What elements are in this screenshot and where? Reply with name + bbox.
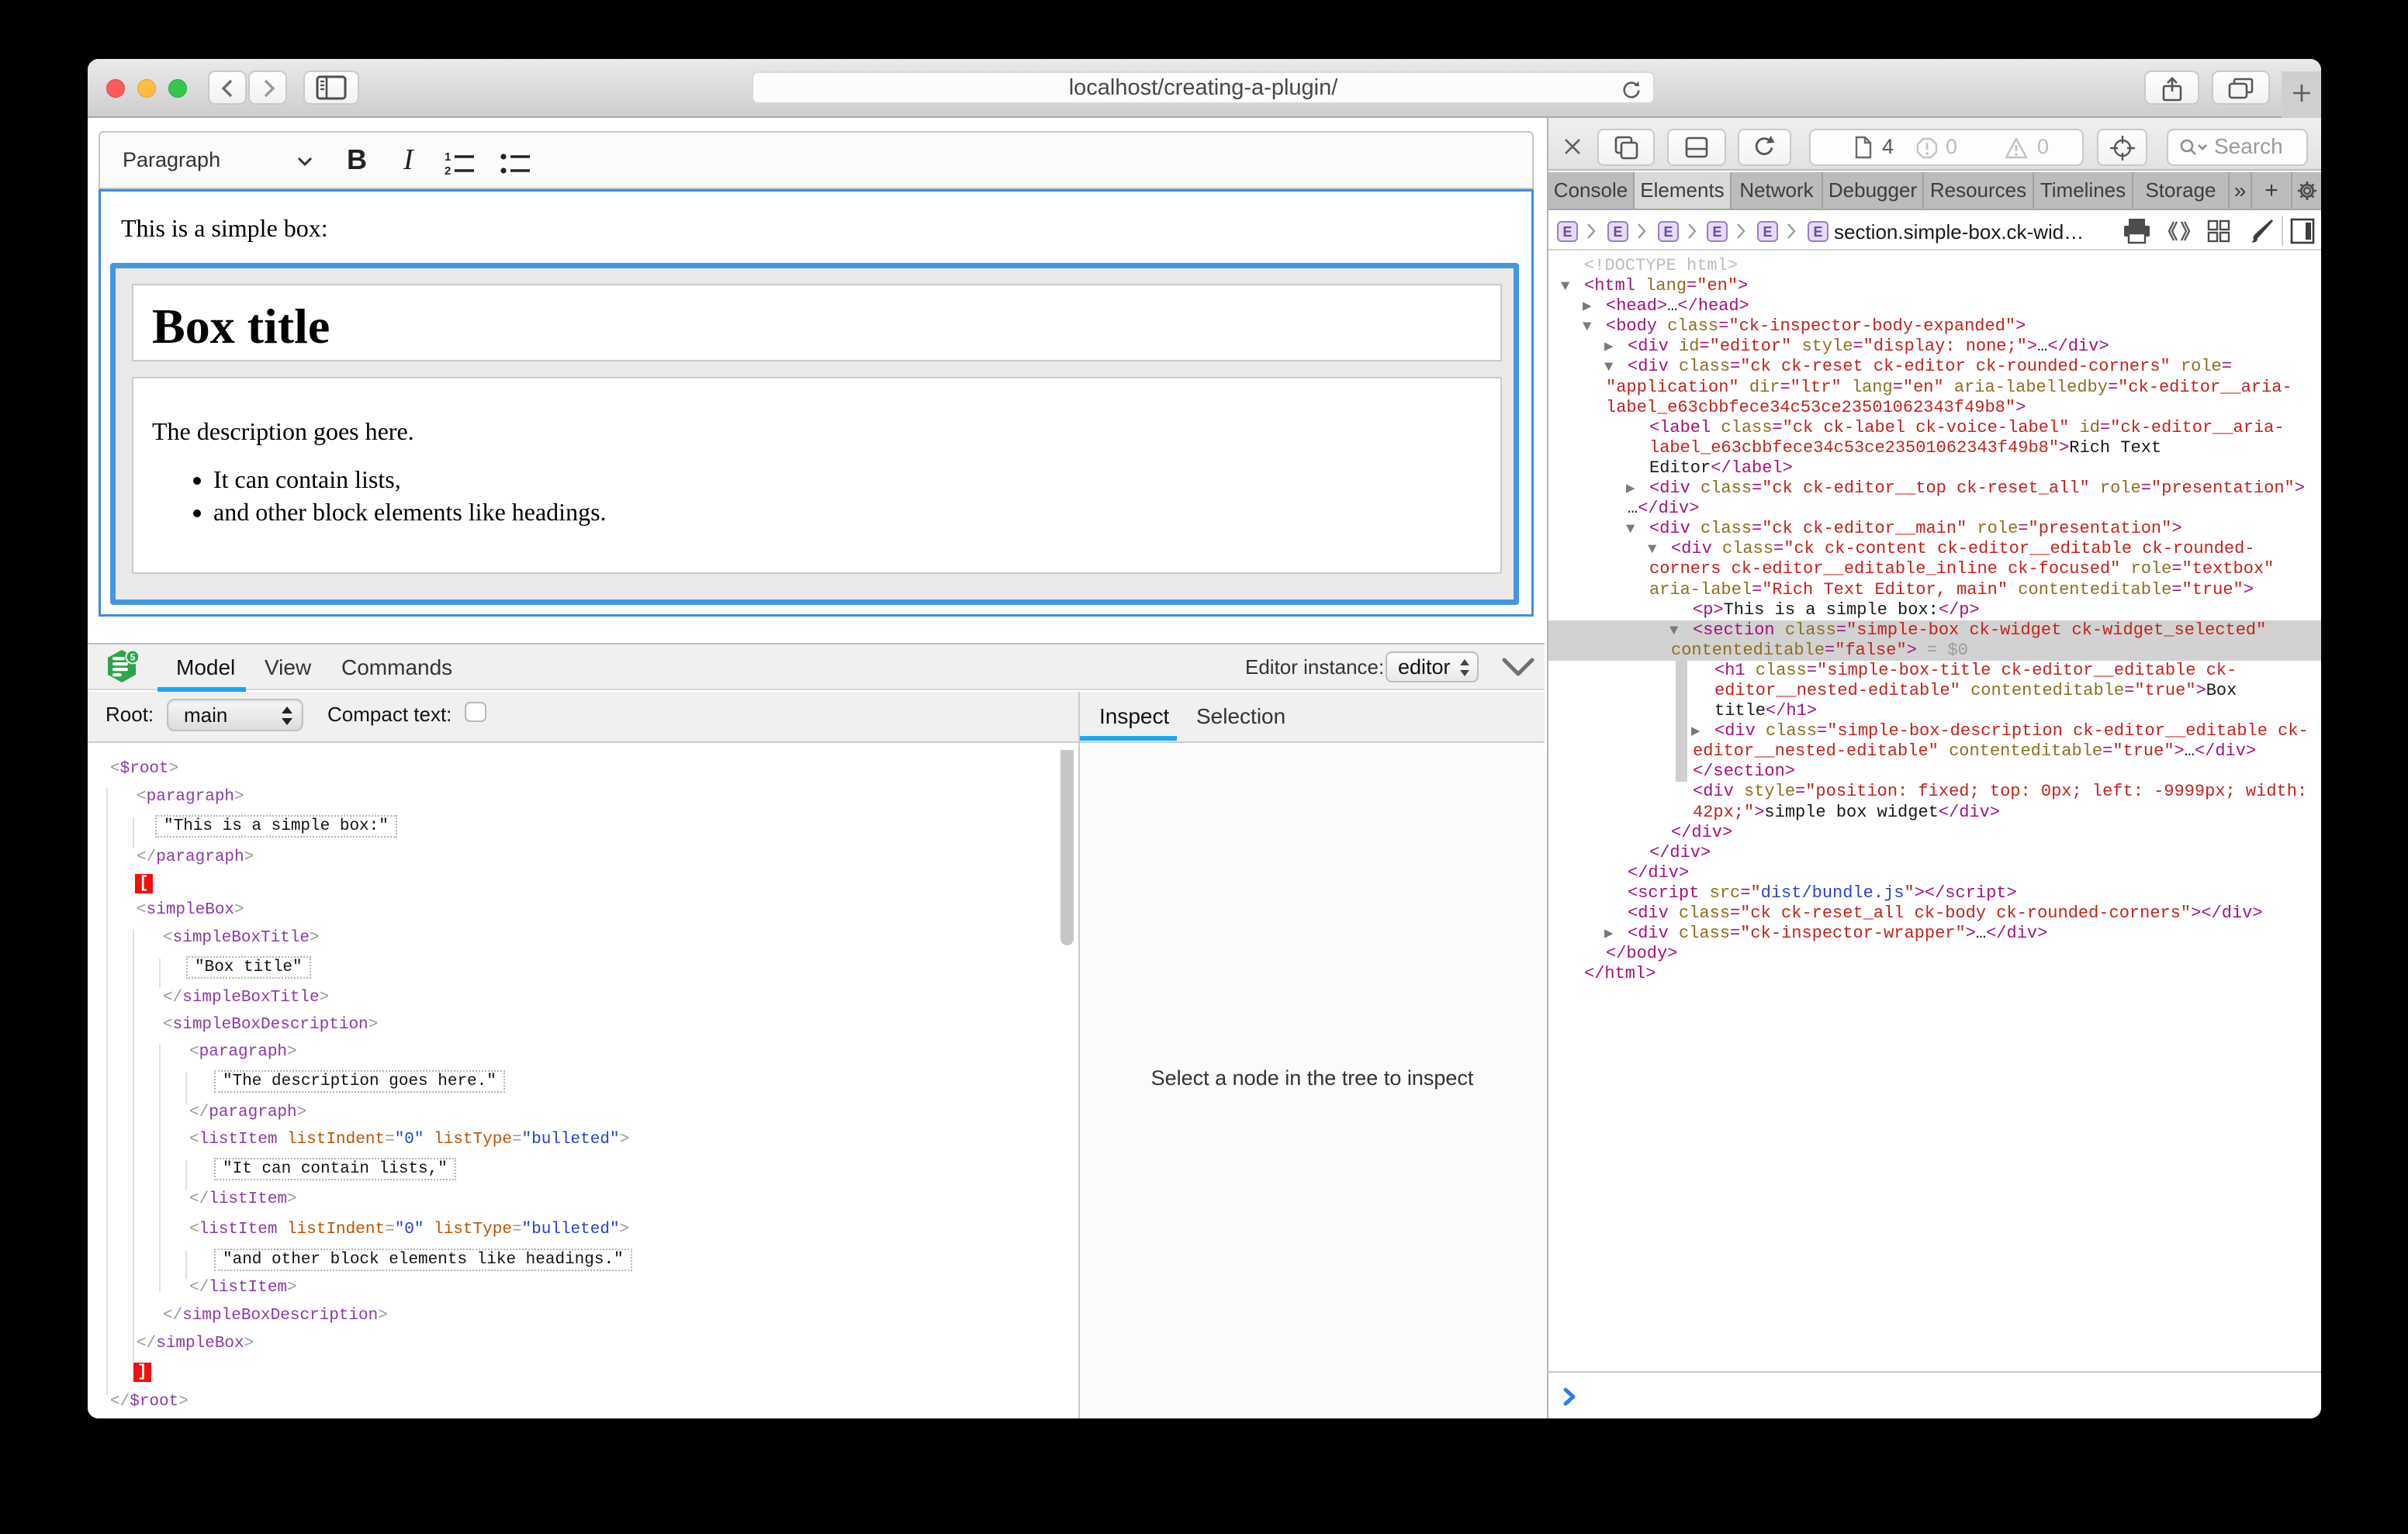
- svg-text:2: 2: [445, 164, 451, 176]
- svg-text:1: 1: [445, 150, 451, 164]
- svg-text:5: 5: [130, 652, 136, 663]
